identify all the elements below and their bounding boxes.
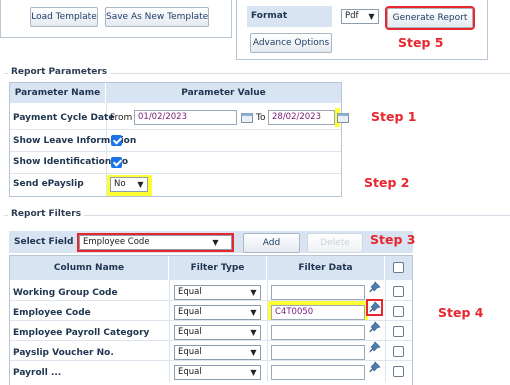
report-filters-legend: Report Filters [8, 209, 85, 219]
step3-label: Step 3 [370, 232, 416, 247]
to-label: To [256, 113, 266, 123]
delete-filter-button[interactable]: Delete [307, 233, 363, 253]
filter-column-name: Payslip Voucher No. [13, 348, 114, 358]
chevron-down-icon: ▼ [368, 12, 375, 21]
filter-row-checkbox[interactable] [393, 326, 404, 337]
filter-column-name: Payroll ... [13, 368, 62, 378]
header-filter-type: Filter Type [169, 256, 267, 280]
param-label-payment-cycle: Payment Cycle Date [13, 113, 115, 123]
format-select-value: Pdf [345, 11, 359, 21]
filter-data-input[interactable] [271, 365, 365, 380]
format-select[interactable]: Pdf ▼ [341, 9, 379, 24]
filter-row-line [10, 340, 412, 341]
filter-type-value: Equal [178, 327, 202, 337]
filter-column-name: Employee Code [13, 308, 91, 318]
param-row-line [10, 129, 341, 130]
header-parameter-name: Parameter Name [10, 83, 106, 103]
save-as-new-template-button[interactable]: Save As New Template [105, 7, 209, 27]
filter-row-checkbox[interactable] [393, 346, 404, 357]
filter-type-select[interactable]: Equal ▼ [174, 285, 261, 300]
header-parameter-value: Parameter Value [106, 83, 341, 103]
lookup-pin-icon[interactable] [366, 299, 383, 316]
select-all-checkbox[interactable] [393, 262, 404, 273]
filter-type-select[interactable]: Equal ▼ [174, 325, 261, 340]
from-label: From [110, 113, 133, 123]
filter-column-name: Employee Payroll Category [13, 328, 150, 338]
load-template-button[interactable]: Load Template [30, 7, 98, 27]
header-column-name: Column Name [10, 256, 169, 280]
step5-label: Step 5 [398, 35, 444, 50]
chevron-down-icon: ▼ [212, 238, 219, 247]
chevron-down-icon: ▼ [250, 348, 257, 357]
select-field-dropdown[interactable]: Employee Code ▼ [77, 233, 234, 252]
add-filter-button[interactable]: Add [243, 233, 300, 253]
filter-column-name: Working Group Code [13, 288, 118, 298]
filters-col-divider [385, 280, 386, 382]
header-filter-data: Filter Data [267, 256, 385, 280]
filter-row-line [10, 320, 412, 321]
generate-report-button[interactable]: Generate Report [385, 6, 475, 30]
filter-row-checkbox[interactable] [393, 366, 404, 377]
lookup-pin-icon[interactable] [368, 281, 381, 294]
send-epayslip-select[interactable]: No ▼ [110, 177, 148, 192]
chevron-down-icon: ▼ [137, 180, 144, 189]
advance-options-button[interactable]: Advance Options [250, 33, 332, 53]
step2-label: Step 2 [364, 175, 410, 190]
select-field-label: Select Field [14, 237, 74, 247]
param-row-line [10, 151, 341, 152]
chevron-down-icon: ▼ [250, 308, 257, 317]
lookup-pin-icon[interactable] [368, 361, 381, 374]
step4-label: Step 4 [438, 305, 484, 320]
from-date-field[interactable]: 01/02/2023 [134, 110, 237, 125]
param-row-line [10, 173, 341, 174]
step1-label: Step 1 [371, 109, 417, 124]
chevron-down-icon: ▼ [250, 328, 257, 337]
filter-type-value: Equal [178, 307, 202, 317]
filter-type-select[interactable]: Equal ▼ [174, 305, 261, 320]
select-field-value: Employee Code [83, 237, 150, 247]
filter-type-value: Equal [178, 347, 202, 357]
to-date-field[interactable]: 28/02/2023 [268, 110, 335, 125]
filters-col-divider [267, 280, 268, 382]
show-leave-checkbox[interactable] [111, 135, 122, 146]
send-epayslip-value: No [114, 179, 126, 189]
filter-type-select[interactable]: Equal ▼ [174, 345, 261, 360]
filter-data-input[interactable] [271, 325, 365, 340]
param-label-send-epayslip: Send ePayslip [13, 179, 84, 189]
calendar-icon[interactable] [241, 112, 253, 123]
filter-type-select[interactable]: Equal ▼ [174, 365, 261, 380]
lookup-pin-icon[interactable] [368, 321, 381, 334]
show-identification-checkbox[interactable] [111, 157, 122, 168]
chevron-down-icon: ▼ [250, 368, 257, 377]
filter-type-value: Equal [178, 287, 202, 297]
filter-data-input[interactable] [271, 285, 365, 300]
chevron-down-icon: ▼ [250, 288, 257, 297]
filter-data-input[interactable] [271, 345, 365, 360]
lookup-pin-icon[interactable] [368, 341, 381, 354]
filters-col-divider [169, 280, 170, 382]
filter-row-line [10, 360, 412, 361]
report-parameters-legend: Report Parameters [8, 67, 111, 77]
format-label: Format [251, 11, 288, 21]
filter-row-checkbox[interactable] [393, 286, 404, 297]
filter-data-input[interactable]: C4T0050 [271, 305, 365, 320]
filter-type-value: Equal [178, 367, 202, 377]
calendar-icon[interactable] [337, 112, 349, 123]
filter-row-checkbox[interactable] [393, 306, 404, 317]
